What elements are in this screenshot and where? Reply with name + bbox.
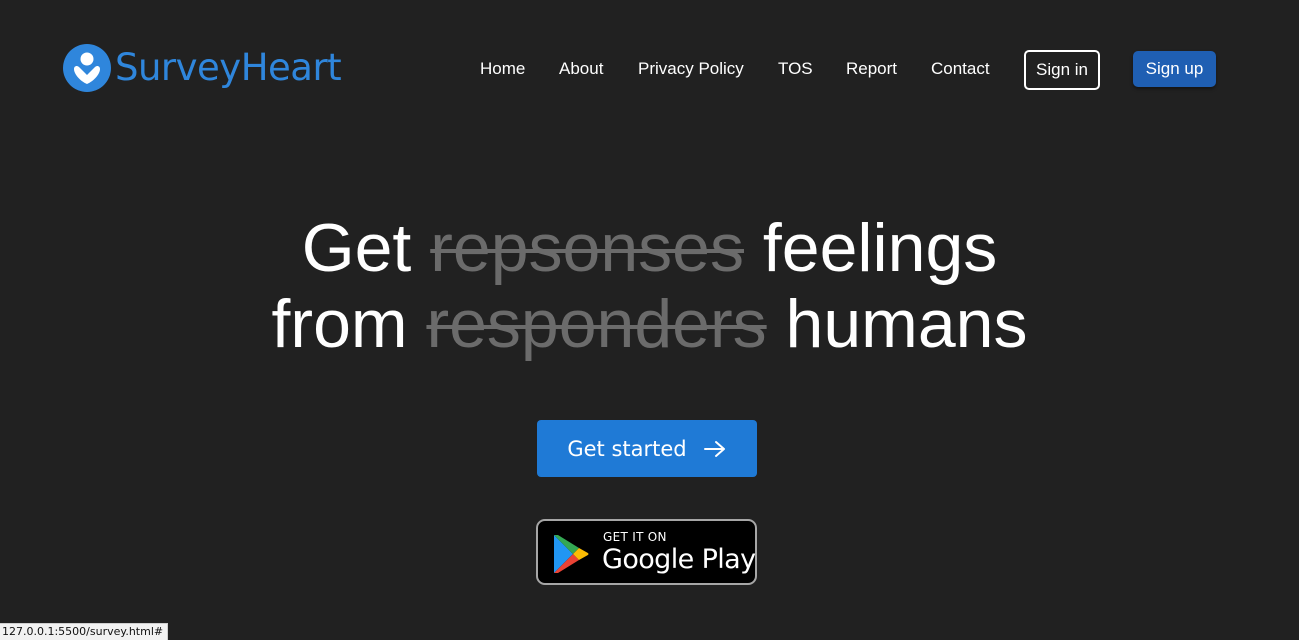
nav-about[interactable]: About [559,58,603,80]
nav-home[interactable]: Home [480,58,525,80]
nav-privacy-policy[interactable]: Privacy Policy [638,58,744,80]
site-header: SurveyHeart Home About Privacy Policy TO… [0,0,1299,140]
arrow-right-icon [703,440,725,457]
hero-word: from [271,286,408,362]
badge-caption: GET IT ON [603,530,667,544]
browser-status-bar: 127.0.0.1:5500/survey.html# [0,623,169,640]
get-started-button[interactable]: Get started [537,420,757,477]
hero-struck-word: repsonses [430,210,744,286]
hero-headline: Get repsonses feelings from responders h… [0,210,1299,362]
badge-store-name: Google Play [602,544,756,575]
nav-contact[interactable]: Contact [931,58,990,80]
hero-word: feelings [762,210,998,286]
hero-line-2: from responders humans [0,286,1299,362]
nav-tos[interactable]: TOS [778,58,813,80]
person-heart-icon [63,44,111,92]
sign-in-button[interactable]: Sign in [1024,50,1100,90]
brand-name: SurveyHeart [115,46,342,89]
hero-word: Get [301,210,412,286]
google-play-icon [554,535,589,573]
hero-struck-word: responders [426,286,767,362]
google-play-badge[interactable]: GET IT ON Google Play [536,519,757,585]
nav-report[interactable]: Report [846,58,897,80]
brand-logo[interactable]: SurveyHeart [63,44,342,92]
get-started-label: Get started [567,436,687,461]
hero-line-1: Get repsonses feelings [0,210,1299,286]
sign-up-button[interactable]: Sign up [1133,51,1216,87]
hero-word: humans [785,286,1028,362]
